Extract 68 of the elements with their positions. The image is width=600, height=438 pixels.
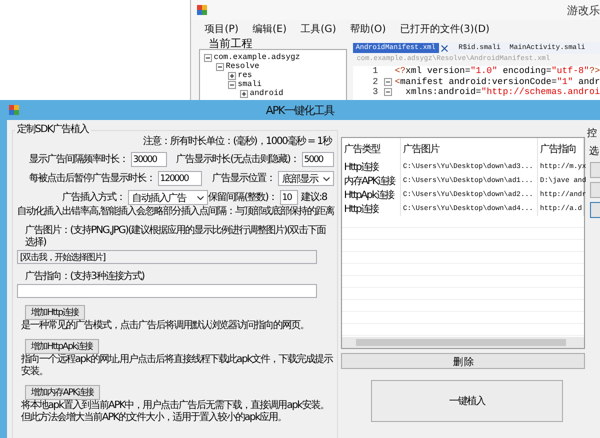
field-label: 广告显示时长(无点击则隐藏)：: [176, 154, 299, 166]
menu-item[interactable]: 项目(P): [204, 22, 239, 36]
hint-text: 间隔：与顶部或底部保持的距离: [208, 206, 334, 218]
description-text: 是一种常见的广告模式，点击广告后将调用默认浏览器访问指向的网页。: [20, 320, 310, 332]
collapse-icon[interactable]: [228, 80, 236, 88]
field-label: 选: [589, 144, 598, 158]
dropdown[interactable]: 底部显示: [278, 171, 334, 186]
close-icon: [440, 44, 448, 52]
window-title: 游改乐: [567, 2, 600, 18]
cut-off-button[interactable]: [590, 202, 600, 218]
line-number: 2: [372, 76, 380, 87]
table-cell: 内存APK连接: [342, 174, 400, 188]
app-icon: [196, 5, 207, 15]
delete-button[interactable]: 删 除: [341, 353, 585, 369]
field-label: 保留间隔(整数)：: [208, 192, 277, 204]
menu-item[interactable]: 编辑(E): [252, 22, 287, 36]
add-link-button[interactable]: 增加Http连接: [25, 305, 85, 320]
column-header[interactable]: 广告指向: [538, 138, 584, 160]
app-icon: [9, 105, 19, 115]
tree-item[interactable]: res: [238, 71, 252, 80]
text-field[interactable]: 30000: [131, 152, 167, 167]
menu-item[interactable]: 帮助(O): [350, 22, 386, 36]
text-field[interactable]: 120000: [158, 171, 202, 186]
expand-icon[interactable]: [240, 90, 248, 98]
field-label: 广告指向：(支持3种连接方式): [25, 271, 146, 283]
expand-icon[interactable]: [228, 72, 236, 80]
panel-label: 当前工程: [208, 36, 254, 49]
menu-item[interactable]: 工具(G): [300, 22, 336, 36]
field-label: 广告图片：(支持PNG,JPG)(建议根据应用的显示比例进行调整图片)(双击下面选择): [25, 225, 327, 249]
suggestion-text: 建议:8: [301, 192, 327, 204]
field-label: 显示广告间隔频率时长：: [29, 154, 128, 166]
text-field[interactable]: 5000: [302, 152, 334, 167]
tree-item[interactable]: android: [250, 89, 284, 98]
description-text: 指向一个远程apk的网址,用户点击后将直接线程下载此apk文件，下载完成提示安装。: [20, 354, 334, 378]
caret-icon: [197, 196, 204, 200]
column-header[interactable]: 广告图片: [400, 138, 538, 160]
menu-item[interactable]: 已打开的文件(3)(D): [400, 22, 490, 36]
field-label: 广告显示位置：: [212, 172, 275, 184]
tree-item[interactable]: com.example.adsygz: [214, 53, 300, 62]
add-link-button[interactable]: 增加内存APK连接: [25, 385, 100, 400]
table-cell: HttpApk连接: [342, 188, 400, 202]
collapse-icon[interactable]: [204, 54, 212, 62]
group-title: 定制SDK广告植入: [16, 124, 90, 136]
text-field[interactable]: 10: [280, 190, 298, 205]
code-line: <?xml version="1.0" encoding="utf-8"?>: [394, 66, 600, 76]
field-label: 广告插入方式：: [62, 192, 126, 204]
link-field[interactable]: [17, 284, 317, 298]
caret-icon: [323, 176, 330, 180]
table-cell: Http连接: [342, 160, 400, 174]
group-title: 控: [587, 127, 596, 140]
line-number: 3: [372, 87, 380, 98]
code-line: <manifest android:versionCode="1" andr: [394, 76, 600, 87]
window-title: APK一键化工具: [264, 102, 336, 118]
tree-item[interactable]: smali: [238, 80, 262, 89]
column-header[interactable]: 广告类型: [342, 138, 400, 160]
image-field[interactable]: [双击我，开始选择图片]: [17, 250, 317, 264]
dropdown[interactable]: 自动插入广告: [128, 190, 208, 205]
hint-text: 自动化插入出错率高,智能插入会忽略部分插入点: [17, 206, 208, 218]
line-number: 1: [372, 66, 380, 76]
code-line: xmlns:android="http://schemas.androi: [404, 87, 600, 98]
note-text: 注意：所有时长单位：(毫秒)，1000毫秒 = 1秒: [142, 136, 333, 148]
tree-item[interactable]: Resolve: [226, 62, 260, 71]
horizontal-scrollbar[interactable]: [342, 337, 584, 348]
inject-button[interactable]: 一键植入: [371, 380, 563, 422]
add-link-button[interactable]: 增加HttpApk连接: [25, 339, 99, 354]
collapse-icon[interactable]: [216, 62, 224, 70]
field-label: 每被点击后暂停广告显示时长：: [29, 172, 155, 184]
description-text: 将本地apk置入到当前APK中，用户点击广告后无需下载，直接调用apk安装。但此方法会增大当前APK的文件大小，适用于置入较小的apk应用。: [20, 400, 330, 424]
